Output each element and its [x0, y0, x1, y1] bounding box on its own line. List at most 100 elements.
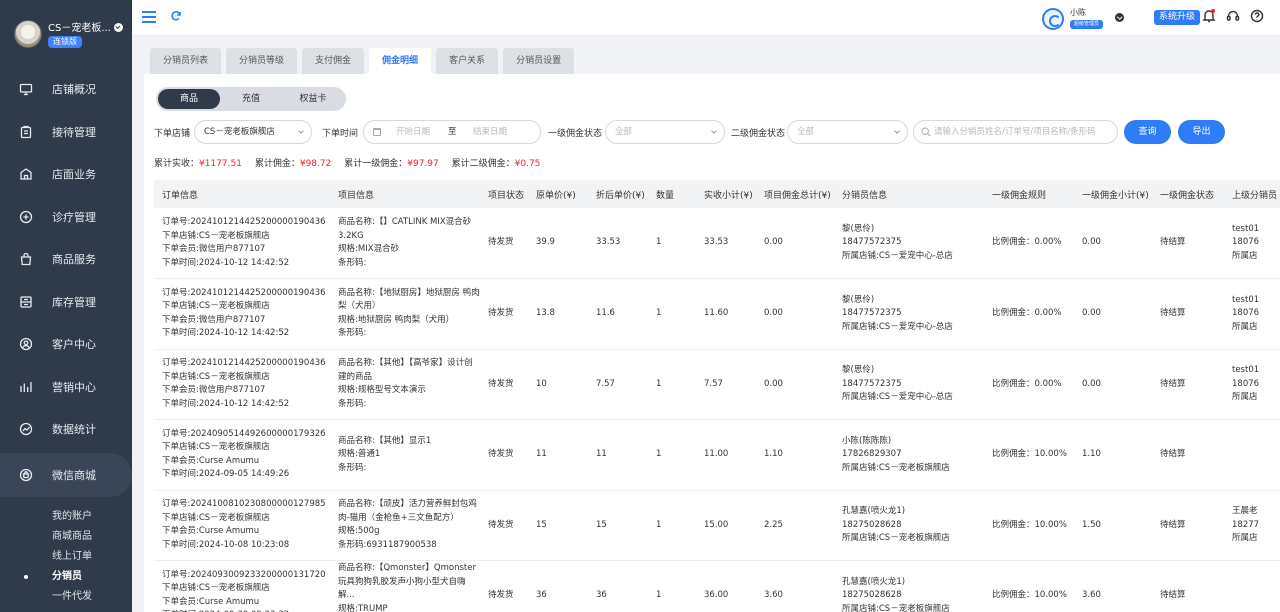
refresh-icon[interactable] [170, 10, 182, 22]
distributor-info: 黎(思伶) 18477572375 所属店铺:CS－爱宠中心-总店 [834, 278, 984, 350]
help-icon[interactable] [1250, 9, 1264, 23]
monitor-icon [18, 82, 33, 97]
sidebar-item-5[interactable]: 商品服务 [0, 238, 132, 281]
parent-distributor-line: 王晨老 [1232, 506, 1258, 516]
level2-total-value: ¥0.75 [514, 159, 541, 169]
order-info-line: 下单店铺:CS－宠老板旗舰店 [162, 371, 270, 382]
distributor-info-line: 所属店铺:CS－宠老板旗舰店 [842, 462, 950, 473]
top-bar: 小陈 超级管理员 系统升级 [132, 0, 1280, 36]
original-price: 11 [528, 419, 588, 491]
distributor-info-line: 小陈(陈陈陈) [842, 435, 892, 446]
table-row[interactable]: 订单号:20241012144252000001904​36 下单店铺:CS－宠老… [154, 349, 1280, 420]
original-price: 36 [528, 560, 588, 612]
order-info-line: 订单号:20241012144252000001904​36 [162, 287, 326, 298]
store-profile[interactable]: CS－宠老板... 连锁版 [0, 0, 132, 68]
item-info-line: 规格:500g [338, 526, 380, 537]
start-date-input[interactable]: 开始日期 [396, 121, 430, 143]
sidebar-subitem[interactable]: 线上订单 [0, 547, 132, 567]
segment-1[interactable]: 商品 [158, 89, 220, 109]
tab-5[interactable]: 客户关系 [436, 48, 499, 74]
date-range-picker[interactable]: 开始日期 至 结束日期 [363, 120, 541, 144]
item-info: 商品名称:【地狱厨房】地狱厨房 鸭肉梨（犬用） 规格:地狱厨房 鸭肉梨（犬用） 条形… [330, 278, 480, 350]
parent-distributor-line: test01 [1232, 223, 1260, 234]
sidebar-item-6[interactable]: 库存管理 [0, 281, 132, 324]
sidebar-item-3[interactable]: 店面业务 [0, 153, 132, 196]
store-name[interactable]: CS－宠老板... [48, 19, 123, 34]
order-info-line: 下单时间:2024-09-05 14:49:26 [162, 469, 290, 480]
store-select[interactable]: CS－宠老板旗舰店 [194, 120, 312, 144]
level2-status-select[interactable]: 全部 [787, 120, 908, 144]
table-row[interactable]: 订单号:20241012144252000001904​36 下单店铺:CS－宠老… [154, 208, 1280, 279]
sidebar-subitem[interactable]: 商城商品 [0, 527, 132, 547]
sidebar: CS－宠老板... 连锁版 店铺概况 接待管理 店面业务 诊疗管理 商品服务 库存管理 客户… [0, 0, 132, 612]
sidebar-item-1[interactable]: 店铺概况 [0, 68, 132, 111]
table-row[interactable]: 订单号:20241008102308000001279​85 下单店铺:CS－宠老… [154, 490, 1280, 561]
distributor-info-line: 所属店铺:CS－宠老板旗舰店 [842, 603, 950, 612]
parent-distributor-line: test01 [1232, 365, 1260, 375]
sidebar-item-4[interactable]: 诊疗管理 [0, 196, 132, 239]
bag-icon [18, 252, 33, 267]
item-status: 待发货 [480, 490, 528, 561]
distributor-info-line: 18275028628 [842, 590, 902, 600]
item-info-line: 规格:MIX混合砂 [338, 244, 400, 254]
tab-4[interactable]: 佣金明细 [369, 48, 432, 74]
sidebar-item-10[interactable]: 微信商城 [0, 452, 132, 497]
sidebar-item-8[interactable]: 营销中心 [0, 366, 132, 409]
item-info-line: 商品名称:【其他】【高爷家】设计创建的商品 [338, 358, 473, 382]
level1-status-select[interactable]: 全部 [605, 120, 725, 144]
sidebar-item-7[interactable]: 客户中心 [0, 323, 132, 366]
segment-3[interactable]: 权益卡 [282, 89, 344, 109]
order-info-line: 下单会员:Curse Amumu [162, 596, 260, 607]
parent-distributor: test01 18076 所属店 [1224, 349, 1280, 420]
chevron-down-icon[interactable] [1115, 13, 1124, 22]
commission-label: 累计佣金： [254, 159, 300, 169]
item-status: 待发货 [480, 208, 528, 279]
bell-icon[interactable] [1202, 9, 1216, 23]
segment-2[interactable]: 充值 [220, 89, 282, 109]
level1-status: 待结算 [1152, 278, 1224, 350]
item-info: 商品名称:【其他】显示1 规格:普通1 条形码: [330, 419, 480, 491]
item-info: 商品名称:【】CATLINK MIX混合砂3.2KG 规格:MIX混合砂 条形码: [330, 208, 480, 279]
discount-price: 11.6 [588, 278, 648, 350]
level1-status: 待结算 [1152, 349, 1224, 420]
tab-bar: 分销员列表 分销员等级 支付佣金 佣金明细 客户关系 分销员设置 [150, 48, 579, 74]
table-row[interactable]: 订单号:20240930092332000001317​20 下单店铺:CS－宠老… [154, 560, 1280, 612]
level1-status: 待结算 [1152, 208, 1224, 279]
level1-status: 待结算 [1152, 560, 1224, 612]
search-input[interactable]: 请输入分销员姓名/订单号/项目名称/条形码 [913, 120, 1118, 144]
table-row[interactable]: 订单号:20240905144926000001793​26 下单店铺:CS－宠老… [154, 419, 1280, 491]
sidebar-nav: 店铺概况 接待管理 店面业务 诊疗管理 商品服务 库存管理 客户中心 营销中心 数据统计 微信商城 [0, 68, 132, 497]
tab-6[interactable]: 分销员设置 [503, 48, 575, 74]
export-button[interactable]: 导出 [1178, 120, 1225, 144]
store-select-value: CS－宠老板旗舰店 [204, 127, 275, 137]
headset-icon[interactable] [1226, 9, 1240, 23]
sidebar-subitem[interactable]: 分销员 [0, 567, 132, 587]
upgrade-button[interactable]: 系统升级 [1154, 10, 1201, 25]
avatar[interactable] [14, 20, 42, 48]
query-button[interactable]: 查询 [1124, 120, 1171, 144]
summary-bar: 累计实收：¥1177.51 累计佣金：¥98.72 累计一级佣金：¥97.97 … [154, 156, 550, 169]
original-price: 10 [528, 349, 588, 420]
tab-1[interactable]: 分销员列表 [150, 48, 222, 74]
commission-table[interactable]: 订单信息 项目信息 项目状态 原单价(¥) 折后单价(¥) 数量 实收小计(¥) 项目佣金总计… [154, 180, 1280, 612]
menu-toggle-icon[interactable] [142, 11, 156, 23]
customer-icon [18, 337, 33, 352]
edition-badge: 连锁版 [48, 36, 82, 48]
sidebar-subitem[interactable]: 我的账户 [0, 507, 132, 527]
tab-3[interactable]: 支付佣金 [302, 48, 365, 74]
order-info-line: 下单会员:微信用户877107 [162, 385, 266, 396]
sidebar-item-9[interactable]: 数据统计 [0, 408, 132, 451]
tab-2[interactable]: 分销员等级 [226, 48, 298, 74]
store-name-text: CS－宠老板... [48, 23, 111, 34]
order-info: 订单号:20241012144252000001904​36 下单店铺:CS－宠老… [154, 278, 330, 350]
level1-subtotal: 0.00 [1074, 208, 1152, 279]
sidebar-item-2[interactable]: 接待管理 [0, 111, 132, 154]
table-row[interactable]: 订单号:20241012144252000001904​36 下单店铺:CS－宠老… [154, 278, 1280, 350]
verified-icon [113, 23, 123, 32]
user-name[interactable]: 小陈 [1070, 7, 1086, 18]
distributor-info: 黎(思伶) 18477572375 所属店铺:CS－爱宠中心-总店 [834, 349, 984, 420]
sidebar-subitem[interactable]: 一件代发 [0, 587, 132, 607]
column-header: 原单价(¥) [528, 180, 588, 208]
user-logo-icon[interactable] [1042, 8, 1064, 30]
end-date-input[interactable]: 结束日期 [473, 121, 507, 143]
